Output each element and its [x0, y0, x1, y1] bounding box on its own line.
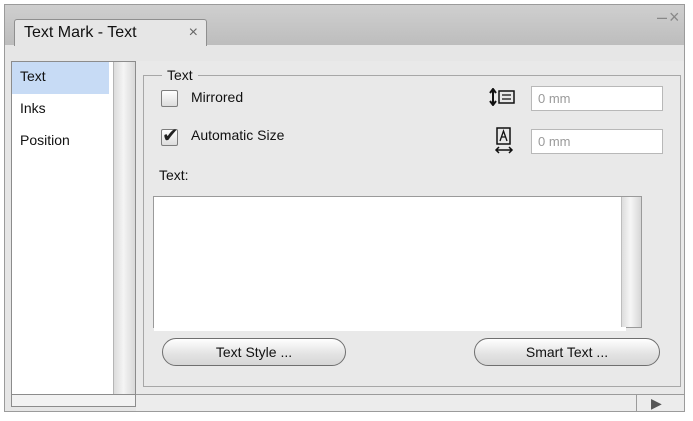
play-icon[interactable]: ▶	[651, 395, 662, 412]
sidebar: Text Inks Position	[11, 61, 136, 407]
sidebar-list: Text Inks Position	[12, 62, 109, 406]
text-input-area[interactable]	[154, 197, 626, 331]
group-label: Text	[162, 67, 198, 83]
text-style-button[interactable]: Text Style ...	[162, 338, 346, 366]
tab-close-icon[interactable]: ×	[189, 20, 198, 46]
text-area-frame	[153, 196, 642, 331]
tab-text-mark[interactable]: Text Mark - Text ×	[14, 19, 207, 46]
width-dimension-icon	[493, 127, 515, 160]
width-field[interactable]	[531, 129, 663, 154]
text-area-scrollbar[interactable]	[621, 197, 641, 327]
text-field-label: Text:	[159, 167, 189, 183]
smart-text-button[interactable]: Smart Text ...	[474, 338, 660, 366]
sidebar-item-inks[interactable]: Inks	[12, 94, 109, 126]
sidebar-item-text[interactable]: Text	[12, 62, 109, 94]
panel-titlebar: Text Mark - Text × – ×	[5, 5, 684, 46]
sidebar-horizontal-scrollbar[interactable]	[12, 394, 135, 406]
window-close-icon[interactable]: ×	[669, 7, 680, 28]
sidebar-scrollbar[interactable]	[113, 62, 135, 406]
checkmark-icon: ✔	[162, 125, 179, 147]
bottom-bar: ▶	[136, 394, 684, 411]
height-field[interactable]	[531, 86, 663, 111]
tab-title: Text Mark - Text	[24, 24, 137, 41]
mirrored-checkbox[interactable]	[161, 90, 178, 107]
minimize-icon[interactable]: –	[657, 7, 667, 28]
automatic-size-label: Automatic Size	[191, 127, 285, 143]
mirrored-label: Mirrored	[191, 89, 244, 105]
height-dimension-icon	[489, 87, 517, 111]
sidebar-item-position[interactable]: Position	[12, 126, 109, 158]
automatic-size-checkbox[interactable]: ✔	[161, 125, 179, 147]
bottom-divider	[636, 395, 637, 411]
text-mark-panel: Text Mark - Text × – × Text Inks Positio…	[4, 4, 685, 412]
